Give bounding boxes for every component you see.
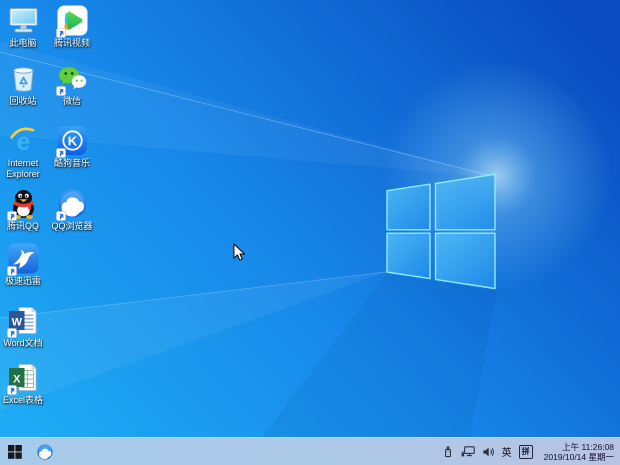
taskbar: 英 拼 上午 11:26:08 2019/10/14 星期一 xyxy=(0,437,620,465)
desktop-icon-label: 腾讯视频 xyxy=(49,38,95,49)
taskbar-pinned-qq-browser[interactable] xyxy=(30,438,60,465)
tencent-qq-icon xyxy=(7,187,40,220)
recycle-bin-icon xyxy=(7,62,40,95)
desktop-icon-tencent-video[interactable]: 腾讯视频 xyxy=(49,4,95,49)
svg-text:W: W xyxy=(11,317,22,329)
wechat-icon xyxy=(56,62,89,95)
clock[interactable]: 上午 11:26:08 2019/10/14 星期一 xyxy=(544,442,614,462)
shortcut-arrow-badge xyxy=(56,28,66,38)
desktop-icon-word[interactable]: W Word文档 xyxy=(0,304,46,349)
desktop-icon-label: 极速迅雷 xyxy=(0,276,46,287)
shortcut-arrow-badge xyxy=(56,211,66,221)
shortcut-arrow-badge xyxy=(7,266,17,276)
desktop-icon-label: 腾讯QQ xyxy=(0,221,46,232)
desktop-icon-excel[interactable]: X Excel表格 xyxy=(0,361,46,406)
shortcut-arrow-badge xyxy=(56,86,66,96)
desktop-icon-qq-browser[interactable]: QQ浏览器 xyxy=(49,187,95,232)
shortcut-arrow-badge xyxy=(56,148,66,158)
desktop-icon-label: 酷狗音乐 xyxy=(49,158,95,169)
network-icon[interactable] xyxy=(461,446,475,458)
desktop-icon-label: 微信 xyxy=(49,96,95,107)
mouse-cursor xyxy=(233,243,246,262)
desktop-icon-kugou-music[interactable]: K 酷狗音乐 xyxy=(49,124,95,169)
internet-explorer-icon: e xyxy=(7,124,40,157)
desktop-icon-label: Word文档 xyxy=(0,338,46,349)
qq-browser-icon xyxy=(56,187,89,220)
kugou-music-icon: K xyxy=(56,124,89,157)
this-pc-icon xyxy=(7,4,40,37)
volume-icon[interactable] xyxy=(482,446,495,458)
start-button[interactable] xyxy=(0,438,30,465)
desktop-icon-label: 此电脑 xyxy=(0,38,46,49)
desktop-icon-tencent-qq[interactable]: 腾讯QQ xyxy=(0,187,46,232)
windows-desktop: 此电脑 回收站 e Internet Explorer xyxy=(0,0,620,465)
desktop-icon-label: Internet Explorer xyxy=(0,158,46,179)
shortcut-arrow-badge xyxy=(7,211,17,221)
tencent-video-icon xyxy=(56,4,89,37)
ime-pinyin-badge[interactable]: 拼 xyxy=(519,445,533,459)
shortcut-arrow-badge xyxy=(7,385,17,395)
xunlei-icon xyxy=(7,242,40,275)
svg-text:K: K xyxy=(67,134,77,149)
desktop-icon-internet-explorer[interactable]: e Internet Explorer xyxy=(0,124,46,179)
system-tray: 英 拼 上午 11:26:08 2019/10/14 星期一 xyxy=(442,442,620,462)
windows-logo-icon xyxy=(8,445,22,459)
clock-date: 2019/10/14 星期一 xyxy=(544,452,614,462)
desktop-icon-label: 回收站 xyxy=(0,96,46,107)
clock-time: 上午 11:26:08 xyxy=(544,442,614,452)
qq-browser-icon xyxy=(36,443,54,461)
desktop-icon-label: QQ浏览器 xyxy=(49,221,95,232)
shortcut-arrow-badge xyxy=(7,328,17,338)
desktop-icon-xunlei[interactable]: 极速迅雷 xyxy=(0,242,46,287)
excel-icon: X xyxy=(7,361,40,394)
svg-text:X: X xyxy=(13,374,21,386)
desktop-icon-wechat[interactable]: 微信 xyxy=(49,62,95,107)
desktop-icon-recycle-bin[interactable]: 回收站 xyxy=(0,62,46,107)
desktop-icon-this-pc[interactable]: 此电脑 xyxy=(0,4,46,49)
language-indicator[interactable]: 英 xyxy=(502,444,512,459)
usb-safely-remove-icon[interactable] xyxy=(442,445,454,458)
word-icon: W xyxy=(7,304,40,337)
desktop-icon-label: Excel表格 xyxy=(0,395,46,406)
